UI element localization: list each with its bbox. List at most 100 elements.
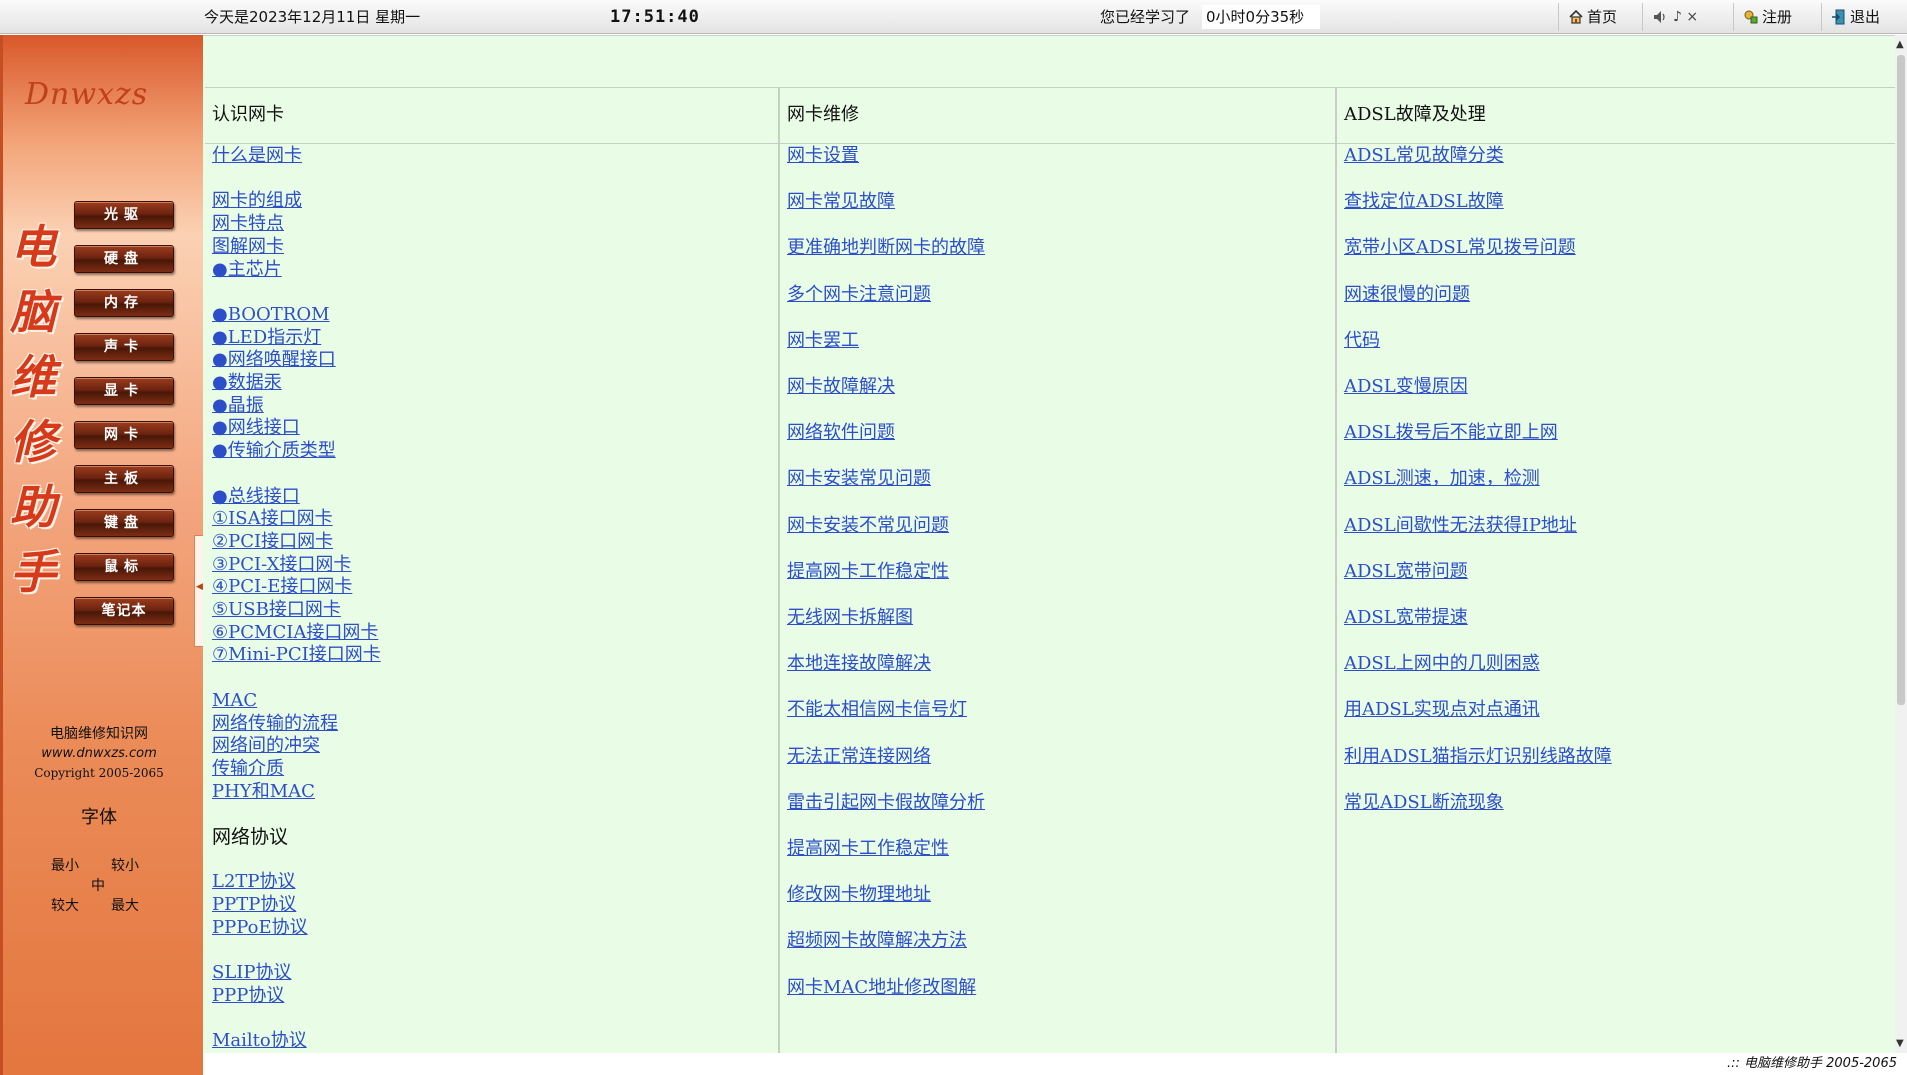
topic-link[interactable]: ●LED指示灯 (212, 327, 321, 349)
topic-link[interactable]: 提高网卡工作稳定性 (787, 838, 949, 860)
topic-link[interactable]: ADSL测速，加速，检测 (1344, 468, 1540, 490)
nav-button-mouse[interactable]: 鼠标 (74, 553, 174, 581)
topic-link[interactable]: 图解网卡 (212, 236, 284, 258)
nav-button-hard-disk[interactable]: 硬盘 (74, 245, 174, 273)
topic-link[interactable]: 网卡特点 (212, 213, 284, 235)
topic-link[interactable]: 网络软件问题 (787, 422, 895, 444)
topic-link[interactable]: PPTP协议 (212, 894, 296, 916)
topic-link[interactable]: 网卡MAC地址修改图解 (787, 977, 976, 999)
topic-link[interactable]: L2TP协议 (212, 871, 296, 893)
column-header: 认识网卡 (212, 104, 284, 125)
font-size-smaller[interactable]: 较小 (111, 855, 139, 875)
topic-link[interactable]: 更准确地判断网卡的故障 (787, 237, 985, 259)
topic-link[interactable]: 利用ADSL猫指示灯识别线路故障 (1344, 746, 1612, 768)
sound-toggle-button[interactable]: ♪ × (1652, 0, 1698, 34)
topic-link[interactable]: ●晶振 (212, 395, 264, 417)
topic-link[interactable]: 不能太相信网卡信号灯 (787, 699, 967, 721)
topic-link[interactable]: 查找定位ADSL故障 (1344, 191, 1504, 213)
vertical-scrollbar[interactable]: ▲ ▼ (1895, 35, 1907, 1053)
topic-link[interactable]: 网卡安装常见问题 (787, 468, 931, 490)
topic-link[interactable]: PPPoE协议 (212, 917, 308, 939)
topic-link[interactable]: 无法正常连接网络 (787, 746, 931, 768)
register-button[interactable]: 注册 (1743, 0, 1792, 34)
home-icon (1569, 9, 1583, 24)
exit-button[interactable]: 退出 (1831, 0, 1880, 34)
topic-link[interactable]: PHY和MAC (212, 781, 315, 803)
home-label: 首页 (1587, 8, 1618, 26)
topic-link[interactable]: 网卡设置 (787, 145, 859, 167)
topic-link[interactable]: ⑦Mini-PCI接口网卡 (212, 644, 381, 666)
topic-link[interactable]: ④PCI-E接口网卡 (212, 576, 352, 598)
topic-link[interactable]: SLIP协议 (212, 962, 292, 984)
nav-button-memory[interactable]: 内存 (74, 289, 174, 317)
topic-link[interactable]: 提高网卡工作稳定性 (787, 561, 949, 583)
nav-button-keyboard[interactable]: 键盘 (74, 509, 174, 537)
nav-button-graphics-card[interactable]: 显卡 (74, 377, 174, 405)
topic-link[interactable]: ②PCI接口网卡 (212, 531, 333, 553)
topic-link[interactable]: ADSL拨号后不能立即上网 (1344, 422, 1558, 444)
nav-button-sound-card[interactable]: 声卡 (74, 333, 174, 361)
topic-link[interactable]: 网卡安装不常见问题 (787, 515, 949, 537)
topic-link[interactable]: ●网线接口 (212, 417, 300, 439)
topic-link[interactable]: 传输介质 (212, 758, 284, 780)
column-header: ADSL故障及处理 (1344, 104, 1486, 125)
title-char: 电 (10, 220, 56, 274)
topic-link[interactable]: 宽带小区ADSL常见拨号问题 (1344, 237, 1576, 259)
topic-link[interactable]: 超频网卡故障解决方法 (787, 930, 967, 952)
topic-link[interactable]: 网卡常见故障 (787, 191, 895, 213)
topic-link[interactable]: 网卡的组成 (212, 190, 302, 212)
topic-link[interactable]: ③PCI-X接口网卡 (212, 554, 351, 576)
topic-link[interactable]: ●数据汞 (212, 372, 282, 394)
font-size-largest[interactable]: 最大 (111, 895, 139, 915)
topic-link[interactable]: Mailto协议 (212, 1030, 307, 1052)
topic-link[interactable]: 修改网卡物理地址 (787, 884, 931, 906)
topic-link[interactable]: ⑤USB接口网卡 (212, 599, 341, 621)
font-size-larger[interactable]: 较大 (51, 895, 79, 915)
topic-link[interactable]: 什么是网卡 (212, 145, 302, 167)
column-adsl-faults: ADSL故障及处理 ADSL常见故障分类 查找定位ADSL故障宽带小区ADSL常见… (1337, 87, 1893, 813)
title-char: 手 (10, 545, 56, 599)
topic-link[interactable]: 网卡罢工 (787, 330, 859, 352)
topic-link[interactable]: 网卡故障解决 (787, 376, 895, 398)
nav-button-laptop[interactable]: 笔记本 (74, 597, 174, 625)
font-size-medium[interactable]: 中 (91, 875, 105, 895)
topic-link[interactable]: 本地连接故障解决 (787, 653, 931, 675)
topic-link[interactable]: ADSL变慢原因 (1344, 376, 1468, 398)
topic-link[interactable]: 雷击引起网卡假故障分析 (787, 792, 985, 814)
topic-link[interactable]: PPP协议 (212, 985, 284, 1007)
topic-link[interactable]: ①ISA接口网卡 (212, 508, 333, 530)
topic-link[interactable]: ADSL宽带提速 (1344, 607, 1468, 629)
topic-link[interactable]: 常见ADSL断流现象 (1344, 792, 1504, 814)
date-text: 今天是2023年12月11日 星期一 (204, 8, 421, 26)
topic-link[interactable]: ADSL常见故障分类 (1344, 145, 1504, 167)
topic-link[interactable]: 用ADSL实现点对点通讯 (1344, 699, 1540, 721)
topic-link[interactable]: ●主芯片 (212, 259, 282, 281)
column-know-nic: 认识网卡 什么是网卡网卡的组成 网卡特点 图解网卡 ●主芯片 ●BOOTROM ●LED指… (205, 87, 777, 1051)
topic-link[interactable]: ⑥PCMCIA接口网卡 (212, 622, 378, 644)
font-size-smallest[interactable]: 最小 (51, 855, 79, 875)
topic-link[interactable]: ADSL宽带问题 (1344, 561, 1468, 583)
topic-link[interactable]: ●总线接口 (212, 486, 300, 508)
topic-link[interactable]: 网速很慢的问题 (1344, 284, 1470, 306)
topic-link[interactable]: 代码 (1344, 330, 1380, 352)
topic-link[interactable]: 网络传输的流程 (212, 713, 338, 735)
scroll-up-arrow-icon[interactable]: ▲ (1896, 39, 1904, 50)
site-url: www.dnwxzs.com (41, 746, 157, 761)
topic-link[interactable]: 无线网卡拆解图 (787, 607, 913, 629)
nav-button-network-card[interactable]: 网卡 (74, 421, 174, 449)
topic-link[interactable]: ●网络唤醒接口 (212, 349, 336, 371)
vertical-app-title: 电 脑 维 修 助 手 (7, 215, 59, 605)
topic-link[interactable]: ADSL间歇性无法获得IP地址 (1344, 515, 1577, 537)
topic-link[interactable]: MAC (212, 690, 257, 712)
topic-link[interactable]: 多个网卡注意问题 (787, 284, 931, 306)
column-header: 网卡维修 (787, 104, 859, 125)
topic-link[interactable]: ●BOOTROM (212, 304, 330, 326)
scrollbar-thumb[interactable] (1897, 55, 1905, 705)
topic-link[interactable]: ●传输介质类型 (212, 440, 336, 462)
scroll-down-arrow-icon[interactable]: ▼ (1896, 1038, 1904, 1049)
nav-button-optical-drive[interactable]: 光驱 (74, 201, 174, 229)
topic-link[interactable]: ADSL上网中的几则困惑 (1344, 653, 1540, 675)
topic-link[interactable]: 网络间的冲突 (212, 735, 320, 757)
nav-button-motherboard[interactable]: 主板 (74, 465, 174, 493)
home-button[interactable]: 首页 (1568, 0, 1617, 34)
